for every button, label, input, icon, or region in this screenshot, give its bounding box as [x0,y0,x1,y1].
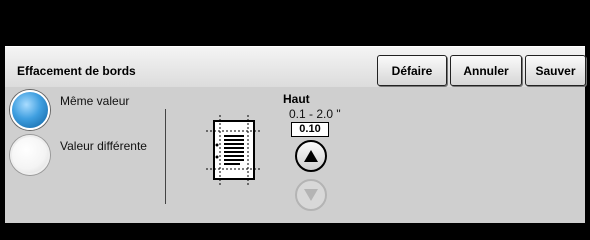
divider [165,109,166,204]
different-value-radio[interactable] [10,135,50,175]
cancel-button[interactable]: Annuler [450,55,522,86]
screen: Effacement de bords Défaire Annuler Sauv… [0,0,590,223]
top-black-band [0,0,590,45]
arrow-down-icon [304,189,318,201]
value-range: 0.1 - 2.0 " [289,107,341,121]
arrow-up-icon [304,150,318,162]
undo-button[interactable]: Défaire [377,55,447,86]
decrease-button[interactable] [295,179,327,211]
same-value-label[interactable]: Même valeur [60,94,129,108]
content-panel: Même valeur Valeur différente Haut 0.1 -… [5,87,585,223]
same-value-radio[interactable] [10,90,50,130]
header-bar: Effacement de bords Défaire Annuler Sauv… [5,46,586,88]
page-edge-icon [206,115,262,185]
save-button[interactable]: Sauver [525,55,586,86]
different-value-label[interactable]: Valeur différente [60,139,147,153]
edge-label: Haut [283,92,310,106]
increase-button[interactable] [295,140,327,172]
edge-value-field[interactable]: 0.10 [291,122,329,137]
page-title: Effacement de bords [17,64,136,78]
